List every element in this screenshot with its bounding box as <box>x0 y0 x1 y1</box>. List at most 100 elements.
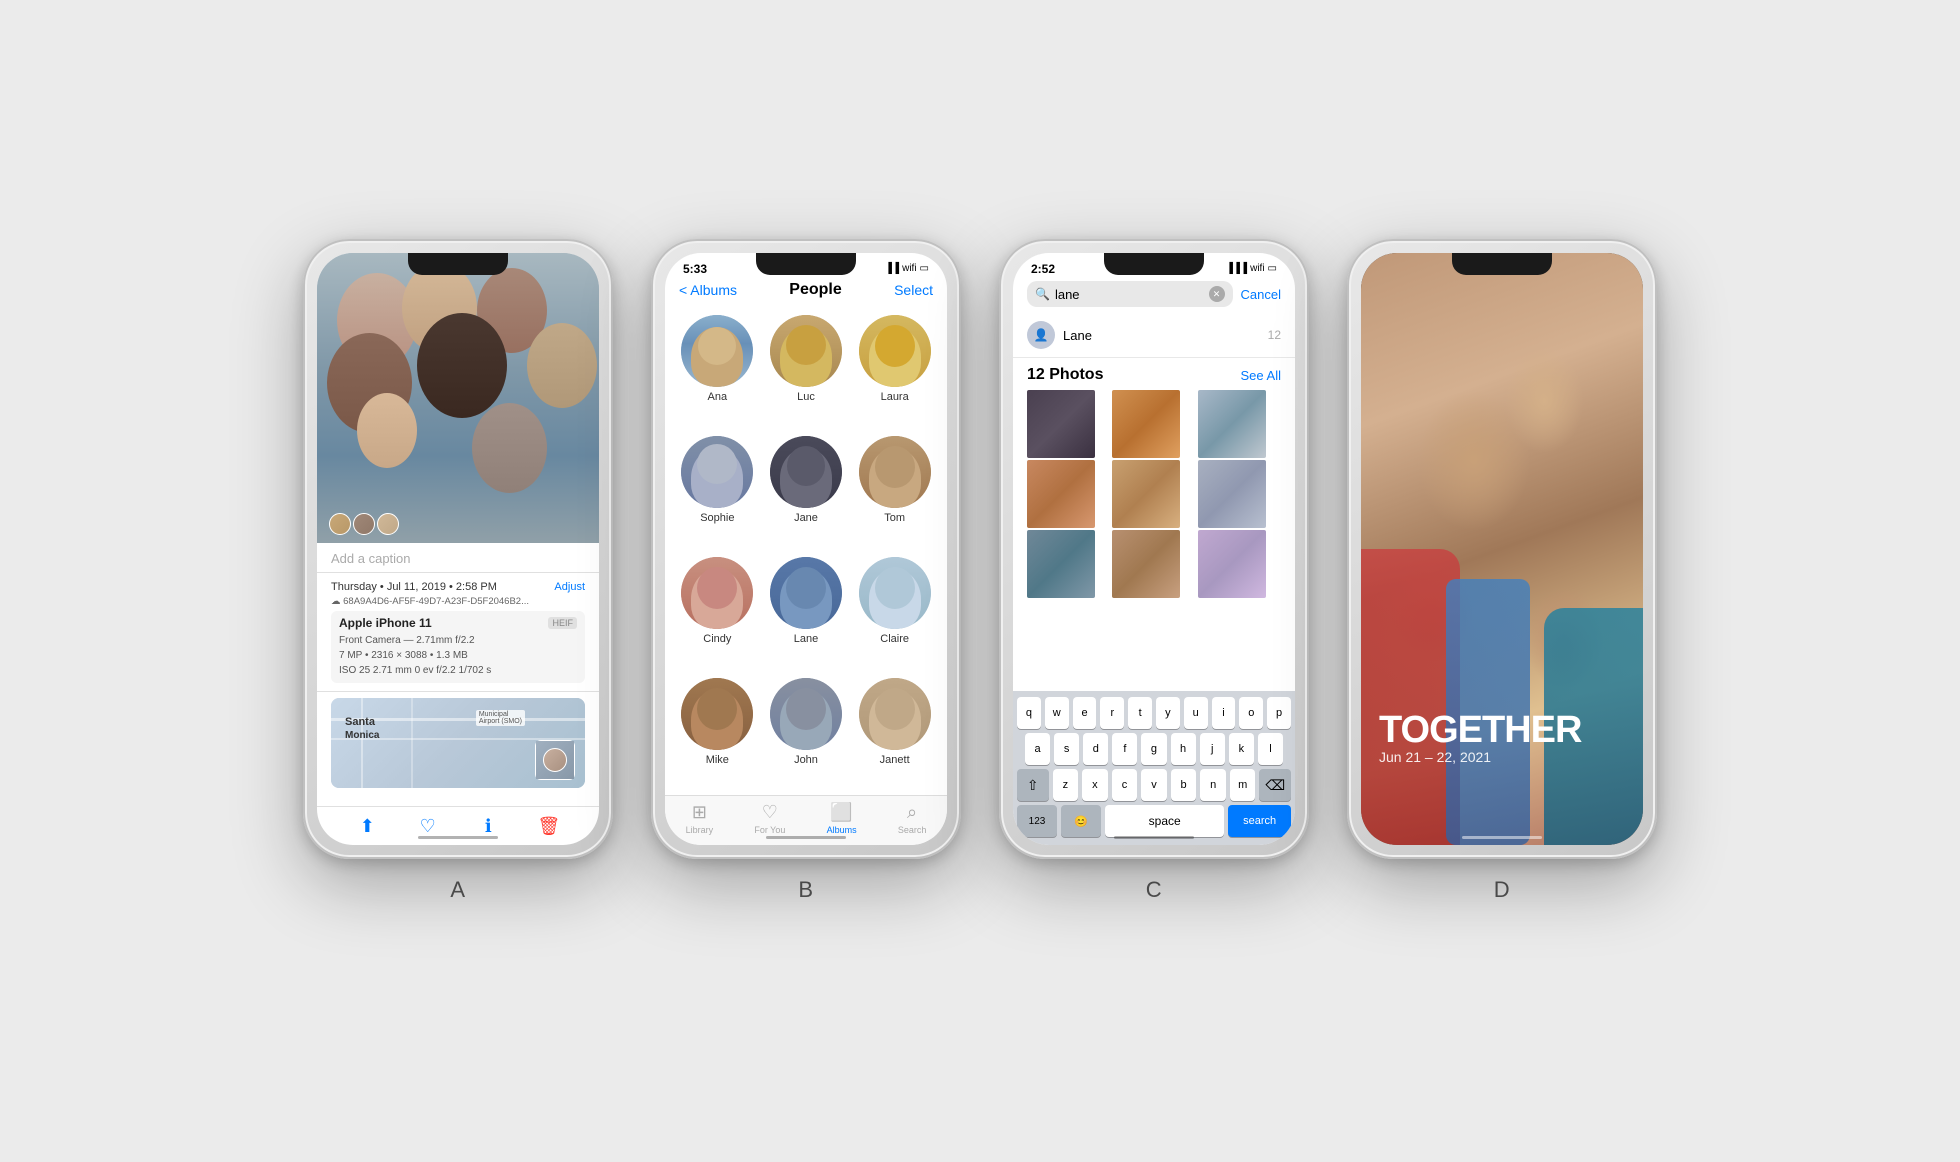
person-name-claire: Claire <box>880 633 909 645</box>
avatar-lane <box>770 557 842 629</box>
key-q[interactable]: q <box>1017 697 1041 729</box>
tab-library-label: Library <box>686 825 714 835</box>
key-z[interactable]: z <box>1053 769 1079 801</box>
search-input-text[interactable]: lane <box>1055 287 1204 302</box>
key-d[interactable]: d <box>1083 733 1108 765</box>
tab-foryou[interactable]: ♡ For You <box>754 802 785 835</box>
key-space[interactable]: space <box>1105 805 1224 837</box>
key-delete[interactable]: ⌫ <box>1259 769 1291 801</box>
people-grid: Ana Luc <box>665 307 947 795</box>
photos-section-header: 12 Photos See All <box>1027 366 1281 384</box>
photo-thumb-5[interactable] <box>1112 460 1180 528</box>
key-emoji[interactable]: 😊 <box>1061 805 1101 837</box>
battery-icon: ▭ <box>920 263 929 274</box>
result-person-name: Lane <box>1063 328 1092 343</box>
key-r[interactable]: r <box>1100 697 1124 729</box>
person-name-john: John <box>794 754 818 766</box>
tab-library[interactable]: ⊞ Library <box>686 802 714 835</box>
tab-albums-label: Albums <box>827 825 857 835</box>
tab-search[interactable]: ⌕ Search <box>898 802 927 835</box>
avatar-claire <box>859 557 931 629</box>
photo-thumb-9[interactable] <box>1198 530 1266 598</box>
photos-section: 12 Photos See All <box>1013 358 1295 602</box>
avatar-ana <box>681 315 753 387</box>
photo-thumb-8[interactable] <box>1112 530 1180 598</box>
person-mike[interactable]: Mike <box>679 678 756 787</box>
photo-thumb-1[interactable] <box>1027 390 1095 458</box>
albums-icon: ⬜ <box>830 802 852 823</box>
person-cindy[interactable]: Cindy <box>679 557 756 666</box>
tab-albums[interactable]: ⬜ Albums <box>827 802 857 835</box>
share-icon[interactable]: ⬆ <box>356 815 378 837</box>
person-ana[interactable]: Ana <box>679 315 756 424</box>
person-sophie[interactable]: Sophie <box>679 436 756 545</box>
person-name-janett: Janett <box>880 754 910 766</box>
key-i[interactable]: i <box>1212 697 1236 729</box>
photo-thumb-6[interactable] <box>1198 460 1266 528</box>
delete-icon[interactable]: 🗑 <box>538 815 560 837</box>
avatar-janett <box>859 678 931 750</box>
key-h[interactable]: h <box>1171 733 1196 765</box>
key-o[interactable]: o <box>1239 697 1263 729</box>
search-input-icon: 🔍 <box>1035 287 1050 301</box>
albums-back-button[interactable]: < Albums <box>679 282 737 298</box>
key-w[interactable]: w <box>1045 697 1069 729</box>
key-shift[interactable]: ⇧ <box>1017 769 1049 801</box>
person-jane[interactable]: Jane <box>768 436 845 545</box>
home-bar-a <box>418 836 498 839</box>
phone-b-screen: 5:33 ▐▐ wifi ▭ < Albums People Select <box>665 253 947 845</box>
map-city1: Santa <box>345 716 375 728</box>
map-area[interactable]: Santa Monica MunicipalAirport (SMO) <box>331 698 585 788</box>
key-x[interactable]: x <box>1082 769 1108 801</box>
person-lane[interactable]: Lane <box>768 557 845 666</box>
battery-icon-c: ▭ <box>1268 263 1277 274</box>
key-t[interactable]: t <box>1128 697 1152 729</box>
key-y[interactable]: y <box>1156 697 1180 729</box>
kb-row-4: 123 😊 space search <box>1017 805 1291 837</box>
select-button[interactable]: Select <box>894 282 933 298</box>
key-g[interactable]: g <box>1141 733 1166 765</box>
person-luc[interactable]: Luc <box>768 315 845 424</box>
search-input-wrapper[interactable]: 🔍 lane ✕ <box>1027 281 1233 307</box>
person-claire[interactable]: Claire <box>856 557 933 666</box>
library-icon: ⊞ <box>692 802 707 823</box>
search-clear-button[interactable]: ✕ <box>1209 286 1225 302</box>
person-laura[interactable]: Laura <box>856 315 933 424</box>
adjust-button[interactable]: Adjust <box>554 581 585 593</box>
status-icons-b: ▐▐ wifi ▭ <box>885 263 929 274</box>
photo-thumb-2[interactable] <box>1112 390 1180 458</box>
key-e[interactable]: e <box>1073 697 1097 729</box>
cancel-button[interactable]: Cancel <box>1241 287 1281 302</box>
key-n[interactable]: n <box>1200 769 1226 801</box>
search-result-person[interactable]: 👤 Lane 12 <box>1013 313 1295 358</box>
phone-a-wrapper: Add a caption Thursday • Jul 11, 2019 • … <box>303 239 613 903</box>
key-p[interactable]: p <box>1267 697 1291 729</box>
like-icon[interactable]: ♡ <box>417 815 439 837</box>
search-key[interactable]: search <box>1228 805 1291 837</box>
key-l[interactable]: l <box>1258 733 1283 765</box>
key-c[interactable]: c <box>1112 769 1138 801</box>
key-b[interactable]: b <box>1171 769 1197 801</box>
key-k[interactable]: k <box>1229 733 1254 765</box>
key-u[interactable]: u <box>1184 697 1208 729</box>
key-a[interactable]: a <box>1025 733 1050 765</box>
key-v[interactable]: v <box>1141 769 1167 801</box>
person-janett[interactable]: Janett <box>856 678 933 787</box>
together-overlay: TOGETHER Jun 21 – 22, 2021 <box>1361 711 1643 765</box>
person-name-mike: Mike <box>706 754 729 766</box>
see-all-button[interactable]: See All <box>1241 368 1281 383</box>
avatar-jane <box>770 436 842 508</box>
person-tom[interactable]: Tom <box>856 436 933 545</box>
key-j[interactable]: j <box>1200 733 1225 765</box>
photo-thumb-3[interactable] <box>1198 390 1266 458</box>
person-name-cindy: Cindy <box>703 633 731 645</box>
photo-thumb-7[interactable] <box>1027 530 1095 598</box>
key-f[interactable]: f <box>1112 733 1137 765</box>
key-m[interactable]: m <box>1230 769 1256 801</box>
person-john[interactable]: John <box>768 678 845 787</box>
key-s[interactable]: s <box>1054 733 1079 765</box>
map-thumbnail <box>535 740 575 780</box>
info-icon[interactable]: ℹ <box>477 815 499 837</box>
key-123[interactable]: 123 <box>1017 805 1057 837</box>
photo-thumb-4[interactable] <box>1027 460 1095 528</box>
